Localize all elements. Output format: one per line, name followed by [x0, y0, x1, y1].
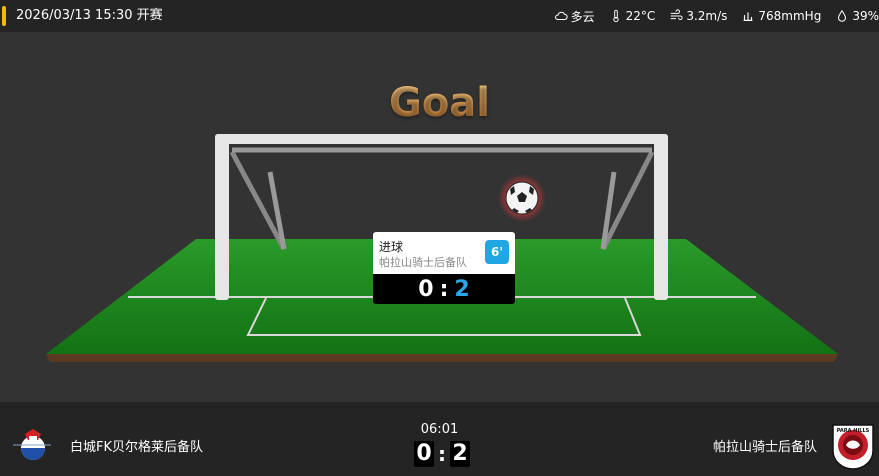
event-team: 帕拉山骑士后备队 — [379, 256, 467, 269]
accent-marker — [2, 6, 6, 26]
event-score-separator: : — [439, 276, 449, 302]
cloud-icon — [554, 11, 568, 21]
droplet-icon — [838, 9, 847, 22]
svg-text:PARA HILLS: PARA HILLS — [837, 428, 870, 434]
weather-pressure: 768mmHg — [741, 9, 821, 23]
event-minute-badge: 6' — [485, 240, 509, 264]
weather-condition-label: 多云 — [570, 9, 595, 24]
goal-post-right — [654, 134, 668, 300]
weather-temperature: 22°C — [609, 9, 656, 23]
match-score: 0 : 2 — [414, 441, 470, 467]
pressure-label: 768mmHg — [758, 9, 822, 23]
top-bar: 2026/03/13 15:30 开赛 多云 22°C 3.2m/s 768mm… — [0, 0, 879, 32]
weather-humidity: 39% — [835, 9, 879, 23]
goal-crossbar — [215, 134, 668, 144]
pitch-scene — [46, 134, 838, 362]
goal-event-card: 进球 帕拉山骑士后备队 6' — [373, 232, 515, 274]
score-separator: : — [438, 442, 446, 466]
event-score-home: 0 — [418, 276, 434, 302]
away-team-logo[interactable]: PARA HILLS — [829, 421, 877, 471]
away-team-name[interactable]: 帕拉山骑士后备队 — [713, 436, 817, 455]
pitch-soil — [46, 354, 838, 362]
weather-condition: 多云 — [554, 8, 595, 25]
home-score: 0 — [414, 441, 434, 467]
match-clock: 06:01 — [420, 422, 459, 437]
kickoff-time: 2026/03/13 15:30 开赛 — [16, 8, 163, 23]
pressure-icon — [744, 12, 753, 21]
event-score-away: 2 — [454, 276, 470, 302]
wind-label: 3.2m/s — [686, 9, 728, 23]
temperature-label: 22°C — [625, 9, 656, 23]
thermometer-icon — [612, 9, 619, 23]
match-animation-stage: Goal 进球 帕拉山骑士后备队 6' 0: 2 — [0, 32, 879, 402]
wind-icon — [671, 9, 683, 20]
goal-post-left — [215, 134, 229, 300]
event-type: 进球 — [379, 240, 404, 254]
home-team-name[interactable]: 白城FK贝尔格莱后备队 — [70, 436, 203, 455]
football-icon — [505, 181, 539, 215]
away-score: 2 — [450, 441, 470, 467]
weather-bar: 多云 22°C 3.2m/s 768mmHg 39% — [554, 0, 879, 32]
humidity-label: 39% — [852, 9, 879, 23]
weather-wind: 3.2m/s — [669, 9, 727, 23]
event-score: 0 : 2 — [373, 274, 515, 304]
